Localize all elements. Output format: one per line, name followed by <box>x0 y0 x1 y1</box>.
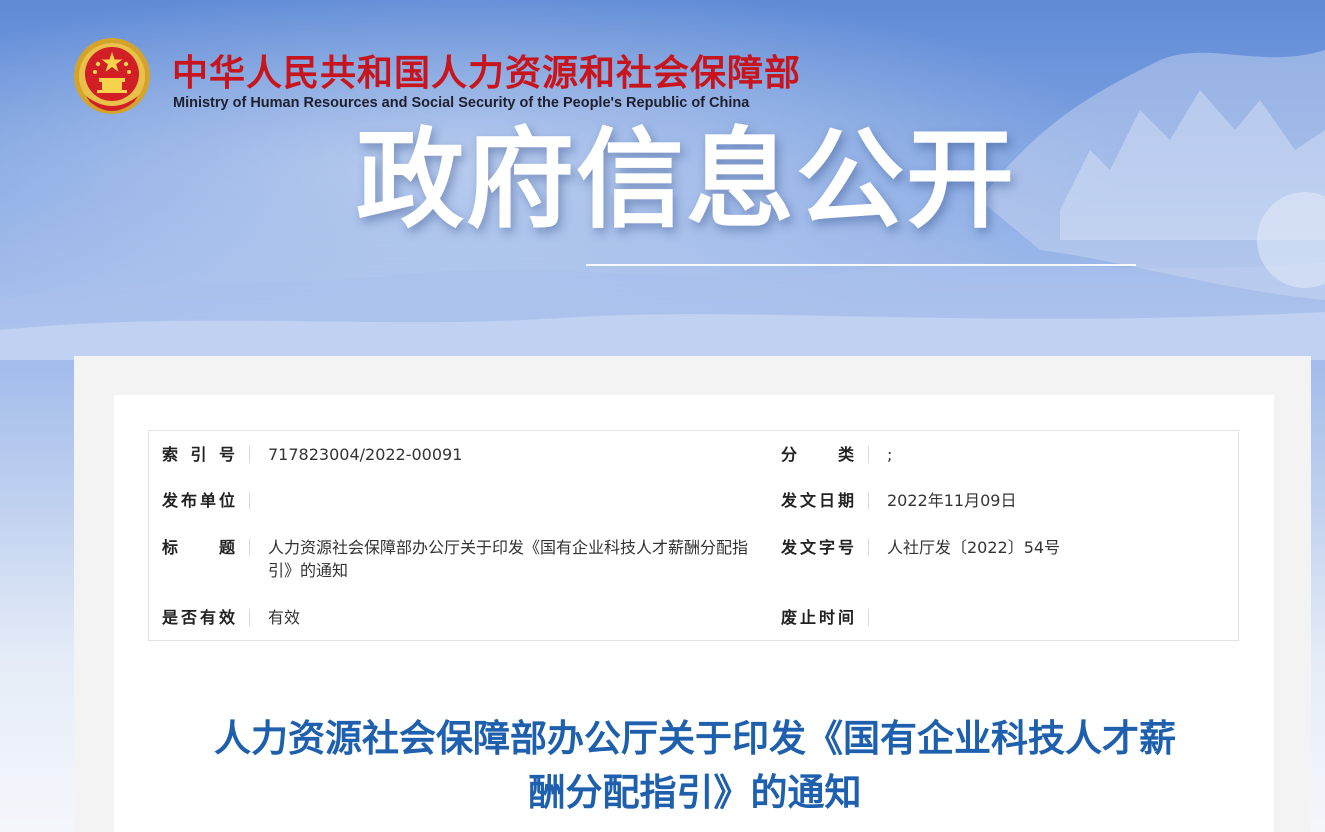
document-title-line-2: 酬分配指引》的通知 <box>528 771 862 814</box>
meta-label: 索引号 <box>162 445 235 464</box>
meta-separator <box>249 539 250 556</box>
meta-value: ; <box>887 445 893 464</box>
meta-separator <box>868 446 869 463</box>
meta-value: 有效 <box>268 608 301 627</box>
meta-separator <box>868 492 869 509</box>
national-emblem-icon <box>74 38 150 114</box>
meta-label: 废止时间 <box>781 608 854 627</box>
meta-title: 标题 人力资源社会保障部办公厅关于印发《国有企业科技人才薪酬分配指引》的通知 <box>162 536 758 582</box>
meta-label: 发文字号 <box>781 538 854 557</box>
meta-label: 分类 <box>781 445 854 464</box>
meta-publisher: 发布单位 <box>162 489 268 512</box>
document-title-line-1: 人力资源社会保障部办公厅关于印发《国有企业科技人才薪 <box>214 717 1176 760</box>
meta-label: 标题 <box>162 538 235 557</box>
document-title: 人力资源社会保障部办公厅关于印发《国有企业科技人才薪 酬分配指引》的通知 <box>120 712 1270 820</box>
ministry-name-en: Ministry of Human Resources and Social S… <box>173 95 750 111</box>
meta-separator <box>868 609 869 626</box>
meta-doc-number: 发文字号 人社厅发〔2022〕54号 <box>781 536 1060 559</box>
meta-index-no: 索引号 717823004/2022-00091 <box>162 443 462 466</box>
header-banner: 中华人民共和国人力资源和社会保障部 Ministry of Human Reso… <box>0 0 1325 360</box>
meta-label: 是否有效 <box>162 608 235 627</box>
meta-separator <box>249 446 250 463</box>
meta-separator <box>868 539 869 556</box>
meta-separator <box>249 609 250 626</box>
meta-validity: 是否有效 有效 <box>162 606 300 629</box>
meta-category: 分类 ; <box>781 443 892 466</box>
banner-title: 政府信息公开 <box>356 118 1017 243</box>
meta-value: 2022年11月09日 <box>887 491 1017 510</box>
meta-expiry: 废止时间 <box>781 606 887 629</box>
meta-label: 发文日期 <box>781 491 854 510</box>
meta-value: 人社厅发〔2022〕54号 <box>887 538 1061 557</box>
meta-label: 发布单位 <box>162 491 235 510</box>
meta-separator <box>249 492 250 509</box>
meta-issue-date: 发文日期 2022年11月09日 <box>781 489 1016 512</box>
banner-underline <box>586 264 1136 266</box>
meta-value: 人力资源社会保障部办公厅关于印发《国有企业科技人才薪酬分配指引》的通知 <box>268 538 749 580</box>
meta-value: 717823004/2022-00091 <box>268 445 463 464</box>
ministry-name-cn: 中华人民共和国人力资源和社会保障部 <box>172 53 802 94</box>
